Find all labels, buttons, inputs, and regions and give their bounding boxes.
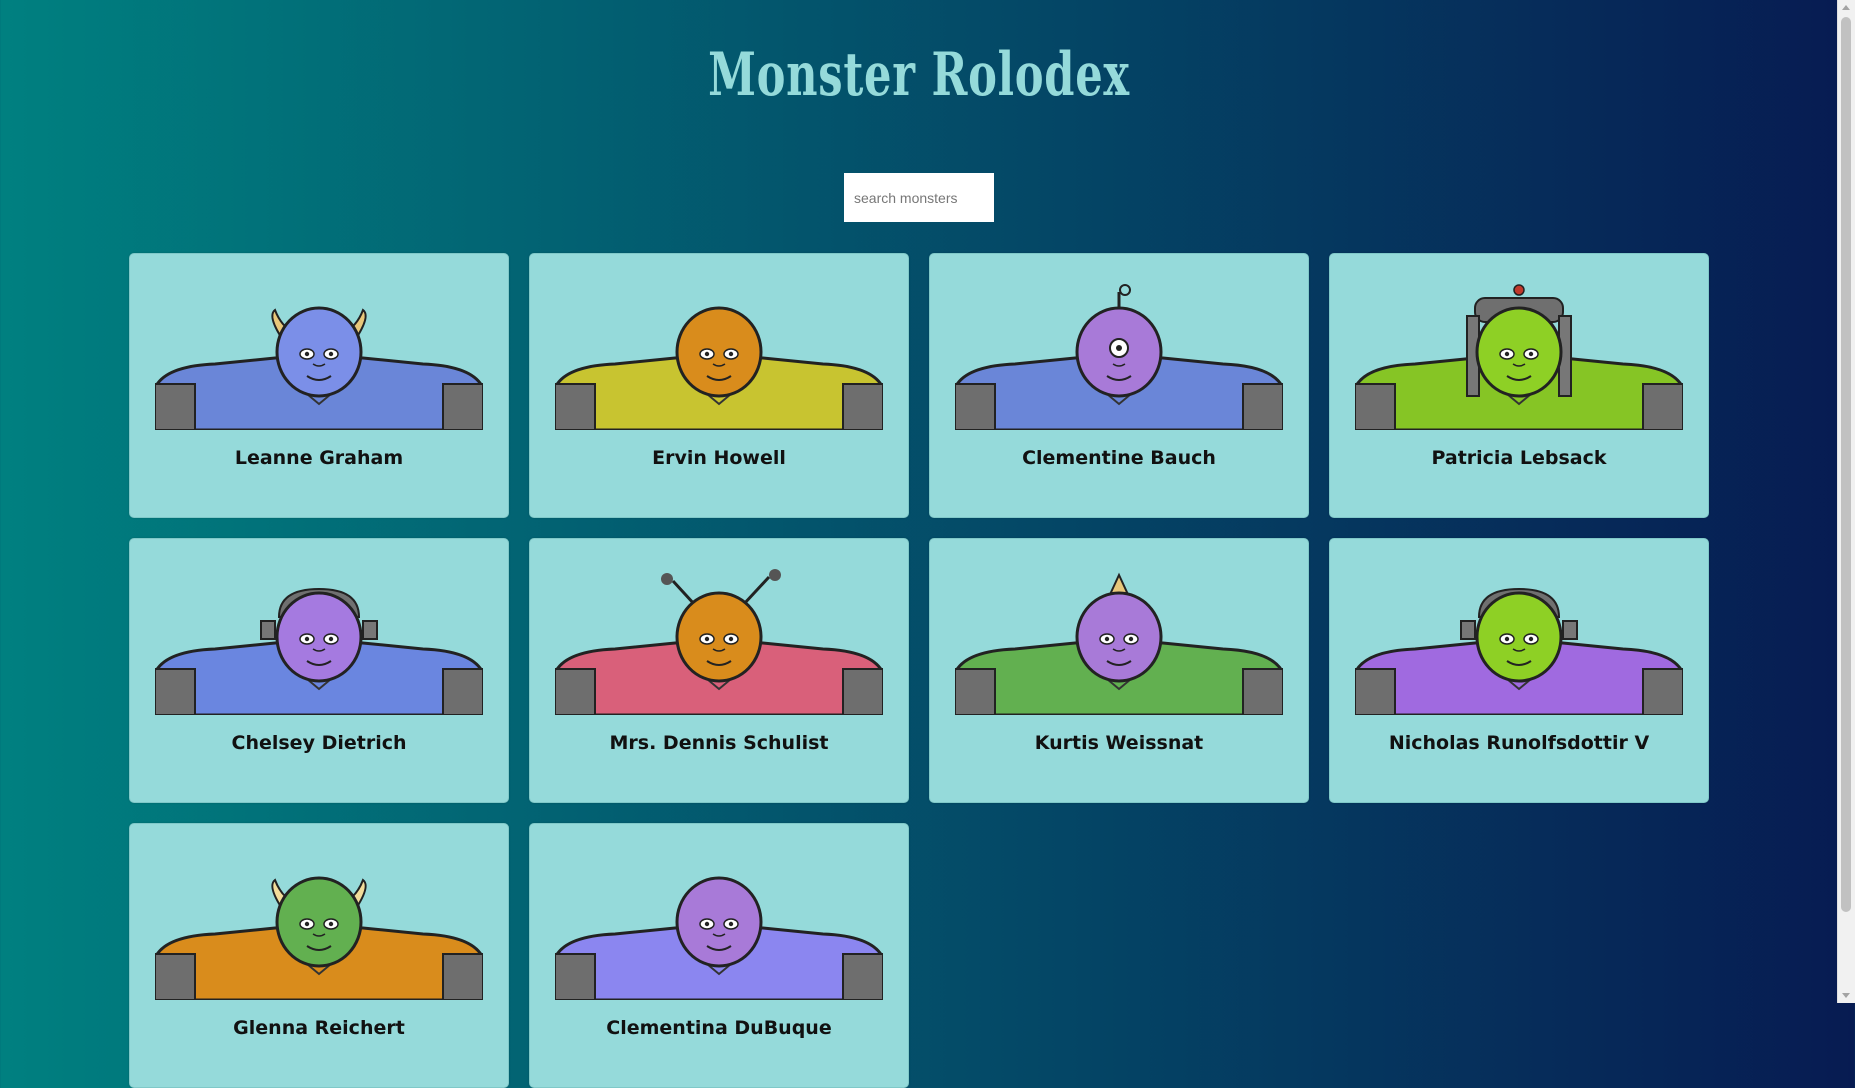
monster-card[interactable]: Kurtis Weissnat	[929, 538, 1309, 803]
monster-name: Kurtis Weissnat	[1034, 732, 1204, 754]
monster-name: Ervin Howell	[652, 447, 786, 469]
monster-card[interactable]: Patricia Lebsack	[1329, 253, 1709, 518]
scroll-down-arrow-icon[interactable]	[1842, 993, 1850, 998]
scrollbar[interactable]	[1837, 0, 1855, 1003]
scroll-up-arrow-icon[interactable]	[1842, 5, 1850, 10]
monster-name: Patricia Lebsack	[1431, 447, 1607, 469]
monster-name: Leanne Graham	[234, 447, 404, 469]
monster-name: Glenna Reichert	[233, 1017, 405, 1039]
search-input[interactable]	[844, 173, 994, 222]
monster-card[interactable]: Mrs. Dennis Schulist	[529, 538, 909, 803]
monster-card[interactable]: Clementine Bauch	[929, 253, 1309, 518]
monster-card[interactable]: Clementina DuBuque	[529, 823, 909, 1088]
monster-card[interactable]: Chelsey Dietrich	[129, 538, 509, 803]
monster-name: Mrs. Dennis Schulist	[609, 732, 829, 754]
monster-card[interactable]: Leanne Graham	[129, 253, 509, 518]
monster-name: Clementina DuBuque	[606, 1017, 832, 1039]
monster-name: Nicholas Runolfsdottir V	[1388, 732, 1650, 754]
page-title: Monster Rolodex	[708, 40, 1130, 110]
monster-card[interactable]: Ervin Howell	[529, 253, 909, 518]
monster-name: Clementine Bauch	[1022, 447, 1216, 469]
monster-name: Chelsey Dietrich	[231, 732, 407, 754]
scrollbar-thumb[interactable]	[1841, 17, 1851, 912]
monster-card[interactable]: Glenna Reichert	[129, 823, 509, 1088]
monster-card[interactable]: Nicholas Runolfsdottir V	[1329, 538, 1709, 803]
